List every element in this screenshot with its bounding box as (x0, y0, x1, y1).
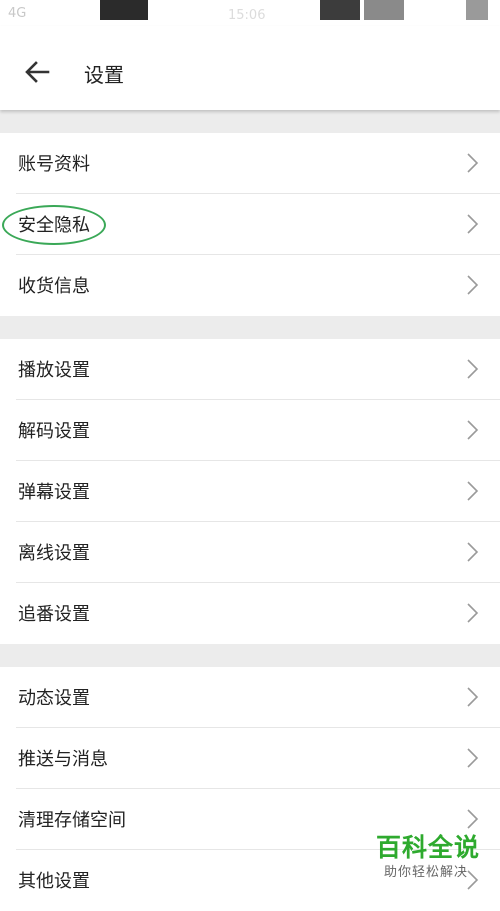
chevron-right-icon (467, 275, 479, 295)
settings-item-playback[interactable]: 播放设置 (0, 339, 500, 400)
settings-item-label: 解码设置 (18, 421, 90, 442)
settings-item-shipping-info[interactable]: 收货信息 (0, 255, 500, 316)
chevron-right-icon (467, 359, 479, 379)
chevron-right-icon (467, 214, 479, 234)
group-separator (0, 110, 500, 133)
status-obscured-block (364, 0, 404, 20)
highlight-annotation (2, 205, 106, 245)
chevron-right-icon (467, 687, 479, 707)
settings-item-label: 弹幕设置 (18, 482, 90, 503)
settings-item-label: 追番设置 (18, 604, 90, 625)
page-title: 设置 (84, 63, 124, 87)
settings-item-decoding[interactable]: 解码设置 (0, 400, 500, 461)
chevron-right-icon (467, 748, 479, 768)
chevron-right-icon (467, 603, 479, 623)
settings-item-follow-anime[interactable]: 追番设置 (0, 583, 500, 644)
settings-item-account-profile[interactable]: 账号资料 (0, 133, 500, 194)
settings-item-label: 推送与消息 (18, 749, 108, 770)
chevron-right-icon (467, 809, 479, 829)
settings-item-label: 离线设置 (18, 543, 90, 564)
settings-item-dynamics[interactable]: 动态设置 (0, 667, 500, 728)
arrow-left-icon (25, 61, 50, 83)
settings-item-label: 动态设置 (18, 688, 90, 709)
chevron-right-icon (467, 542, 479, 562)
settings-item-label: 账号资料 (18, 154, 90, 175)
watermark-title: 百科全说 (376, 833, 481, 862)
settings-item-label: 收货信息 (18, 276, 90, 297)
settings-item-push-messages[interactable]: 推送与消息 (0, 728, 500, 789)
chevron-right-icon (467, 481, 479, 501)
status-bar: 4G 15:06 (0, 0, 500, 26)
settings-item-danmaku[interactable]: 弹幕设置 (0, 461, 500, 522)
back-button[interactable] (18, 52, 58, 92)
settings-item-label: 播放设置 (18, 360, 90, 381)
status-time: 15:06 (228, 8, 266, 23)
network-indicator: 4G (8, 6, 27, 21)
status-obscured-block (466, 0, 488, 20)
watermark: 百科全说 助你轻松解决 (372, 828, 496, 886)
settings-item-label: 清理存储空间 (18, 810, 126, 831)
chevron-right-icon (467, 153, 479, 173)
status-obscured-block (320, 0, 360, 20)
group-separator (0, 644, 500, 667)
settings-item-label: 其他设置 (18, 871, 90, 892)
toolbar: 设置 (0, 26, 500, 110)
group-separator (0, 316, 500, 339)
watermark-subtitle: 助你轻松解决 (384, 865, 469, 880)
chevron-right-icon (467, 420, 479, 440)
status-obscured-block (100, 0, 148, 20)
settings-item-offline[interactable]: 离线设置 (0, 522, 500, 583)
